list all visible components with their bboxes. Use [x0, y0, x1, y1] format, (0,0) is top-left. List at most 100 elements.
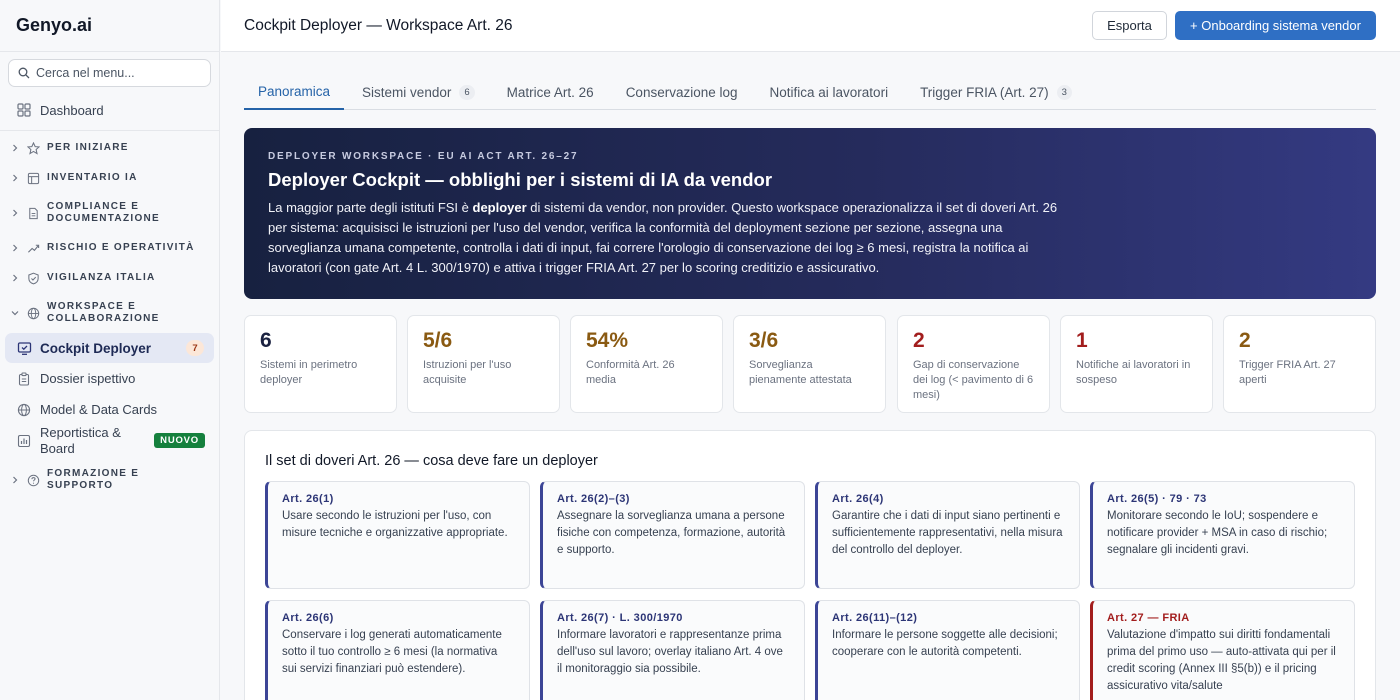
duties-panel: Il set di doveri Art. 26 — cosa deve far… [244, 430, 1376, 700]
duty-article: Art. 27 — FRIA [1107, 612, 1190, 624]
sidebar-item-cockpit-deployer[interactable]: Cockpit Deployer 7 [5, 333, 214, 363]
stat-label: Trigger FRIA Art. 27 aperti [1239, 359, 1336, 386]
duty-text: Garantire che i dati di input siano pert… [832, 510, 1063, 556]
stat-card-notifiche: 1 Notifiche ai lavoratori in sospeso [1060, 315, 1213, 413]
tab-label: Panoramica [258, 83, 331, 99]
grid-icon [16, 102, 32, 118]
duty-text: Assegnare la sorveglianza umana a person… [557, 510, 786, 556]
bar-chart-icon [16, 433, 32, 449]
hero-body-pre: La maggior parte degli istituti FSI è [268, 200, 473, 215]
duty-card-27-fria: Art. 27 — FRIA Valutazione d'impatto sui … [1090, 600, 1355, 700]
duty-text: Informare le persone soggette alle decis… [832, 629, 1058, 658]
duty-article: Art. 26(4) [832, 493, 884, 505]
tab-label: Trigger FRIA (Art. 27) [920, 84, 1049, 100]
globe-icon [16, 402, 32, 418]
table-icon [26, 171, 40, 185]
stat-value: 6 [260, 329, 272, 352]
chevron-right-icon [11, 244, 21, 252]
sidebar-group-rischio[interactable]: RISCHIO E OPERATIVITÀ [0, 233, 219, 263]
stat-label: Notifiche ai lavoratori in sospeso [1076, 359, 1191, 386]
sidebar: Genyo.ai Dashboard PER INIZIARE INVENTAR… [0, 0, 220, 700]
hero-eyebrow: DEPLOYER WORKSPACE · EU AI ACT ART. 26–2… [268, 151, 579, 162]
duties-title: Il set di doveri Art. 26 — cosa deve far… [265, 453, 598, 469]
sidebar-item-reportistica[interactable]: Reportistica & Board NUOVO [0, 425, 219, 457]
brand-logo[interactable]: Genyo.ai [0, 0, 219, 52]
onboarding-vendor-button[interactable]: + Onboarding sistema vendor [1175, 11, 1376, 40]
stat-label: Istruzioni per l'uso acquisite [423, 359, 512, 386]
sidebar-group-label: COMPLIANCE E DOCUMENTAZIONE [47, 201, 161, 224]
chevron-down-icon [11, 309, 21, 317]
stat-card-conformita: 54% Conformità Art. 26 media [570, 315, 723, 413]
stat-value: 2 [913, 329, 925, 352]
page-title: Cockpit Deployer — Workspace Art. 26 [244, 16, 513, 34]
duty-card-26-5: Art. 26(5) · 79 · 73 Monitorare secondo l… [1090, 481, 1355, 589]
duty-article: Art. 26(1) [282, 493, 334, 505]
document-icon [26, 206, 40, 220]
monitor-check-icon [16, 340, 32, 356]
tab-panoramica[interactable]: Panoramica [244, 74, 345, 110]
duty-article: Art. 26(7) · L. 300/1970 [557, 612, 683, 624]
duty-article: Art. 26(2)–(3) [557, 493, 630, 505]
stat-value: 5/6 [423, 329, 453, 352]
count-badge: 7 [186, 340, 204, 356]
duty-card-26-7: Art. 26(7) · L. 300/1970 Informare lavora… [540, 600, 805, 700]
duty-text: Valutazione d'impatto sui diritti fondam… [1107, 629, 1336, 692]
sidebar-item-dossier[interactable]: Dossier ispettivo [0, 363, 219, 394]
stat-card-sorveglianza: 3/6 Sorveglianza pienamente attestata [733, 315, 886, 413]
tab-label: Conservazione log [625, 84, 738, 100]
duty-card-26-4: Art. 26(4) Garantire che i dati di input … [815, 481, 1080, 589]
sidebar-item-dashboard[interactable]: Dashboard [0, 95, 219, 125]
export-button[interactable]: Esporta [1092, 11, 1167, 40]
sidebar-divider [0, 130, 219, 131]
sidebar-item-label: Dossier ispettivo [40, 371, 136, 386]
globe-icon [26, 306, 40, 320]
sidebar-group-vigilanza[interactable]: VIGILANZA ITALIA [0, 263, 219, 293]
tab-label: Notifica ai lavoratori [769, 84, 889, 100]
stat-value: 54% [586, 329, 629, 352]
sidebar-group-formazione[interactable]: FORMAZIONE E SUPPORTO [0, 460, 219, 500]
duty-text: Monitorare secondo le IoU; sospendere e … [1107, 510, 1328, 556]
tab-bar: Panoramica Sistemi vendor 6 Matrice Art. … [244, 74, 1376, 110]
hero-description: La maggior parte degli istituti FSI è de… [268, 198, 1058, 278]
stat-value: 2 [1239, 329, 1251, 352]
tab-label: Matrice Art. 26 [506, 84, 594, 100]
tab-count-badge: 6 [459, 84, 475, 100]
tab-trigger-fria[interactable]: Trigger FRIA (Art. 27) 3 [906, 74, 1086, 110]
search-input[interactable] [36, 66, 196, 80]
sidebar-group-label: VIGILANZA ITALIA [47, 272, 156, 283]
tab-sistemi-vendor[interactable]: Sistemi vendor 6 [348, 74, 489, 110]
tab-conservazione-log[interactable]: Conservazione log [612, 74, 752, 110]
star-icon [26, 141, 40, 155]
sidebar-group-workspace[interactable]: WORKSPACE E COLLABORAZIONE [0, 293, 219, 333]
sidebar-group-per-iniziare[interactable]: PER INIZIARE [0, 133, 219, 163]
clipboard-icon [16, 371, 32, 387]
sidebar-item-model-cards[interactable]: Model & Data Cards [0, 394, 219, 425]
stat-card-sistemi: 6 Sistemi in perimetro deployer [244, 315, 397, 413]
duty-text: Usare secondo le istruzioni per l'uso, c… [282, 510, 508, 539]
sidebar-item-label: Dashboard [40, 102, 104, 118]
help-icon [26, 473, 40, 487]
tab-matrice-art-26[interactable]: Matrice Art. 26 [493, 74, 608, 110]
sidebar-group-compliance[interactable]: COMPLIANCE E DOCUMENTAZIONE [0, 193, 219, 233]
tab-notifica-lavoratori[interactable]: Notifica ai lavoratori [756, 74, 903, 110]
stat-value: 1 [1076, 329, 1088, 352]
duty-article: Art. 26(5) · 79 · 73 [1107, 493, 1207, 505]
chevron-right-icon [11, 274, 21, 282]
sidebar-group-label: PER INIZIARE [47, 142, 129, 153]
sidebar-group-inventario[interactable]: INVENTARIO IA [0, 163, 219, 193]
duty-card-26-11-12: Art. 26(11)–(12) Informare le persone sog… [815, 600, 1080, 700]
sidebar-group-label: RISCHIO E OPERATIVITÀ [47, 242, 195, 253]
menu-search[interactable] [8, 59, 211, 87]
stat-label: Sorveglianza pienamente attestata [749, 359, 852, 386]
sidebar-item-label: Cockpit Deployer [40, 340, 152, 356]
duty-text: Informare lavoratori e rappresentanze pr… [557, 629, 783, 675]
stat-card-log-gap: 2 Gap di conservazione dei log (< pavimen… [897, 315, 1050, 413]
duty-article: Art. 26(6) [282, 612, 334, 624]
chevron-right-icon [11, 476, 21, 484]
stat-value: 3/6 [749, 329, 779, 352]
stat-card-istruzioni: 5/6 Istruzioni per l'uso acquisite [407, 315, 560, 413]
shield-icon [26, 271, 40, 285]
sidebar-group-label: FORMAZIONE E SUPPORTO [47, 468, 140, 491]
hero-body-bold: deployer [472, 200, 527, 215]
sidebar-group-label: INVENTARIO IA [47, 172, 138, 183]
